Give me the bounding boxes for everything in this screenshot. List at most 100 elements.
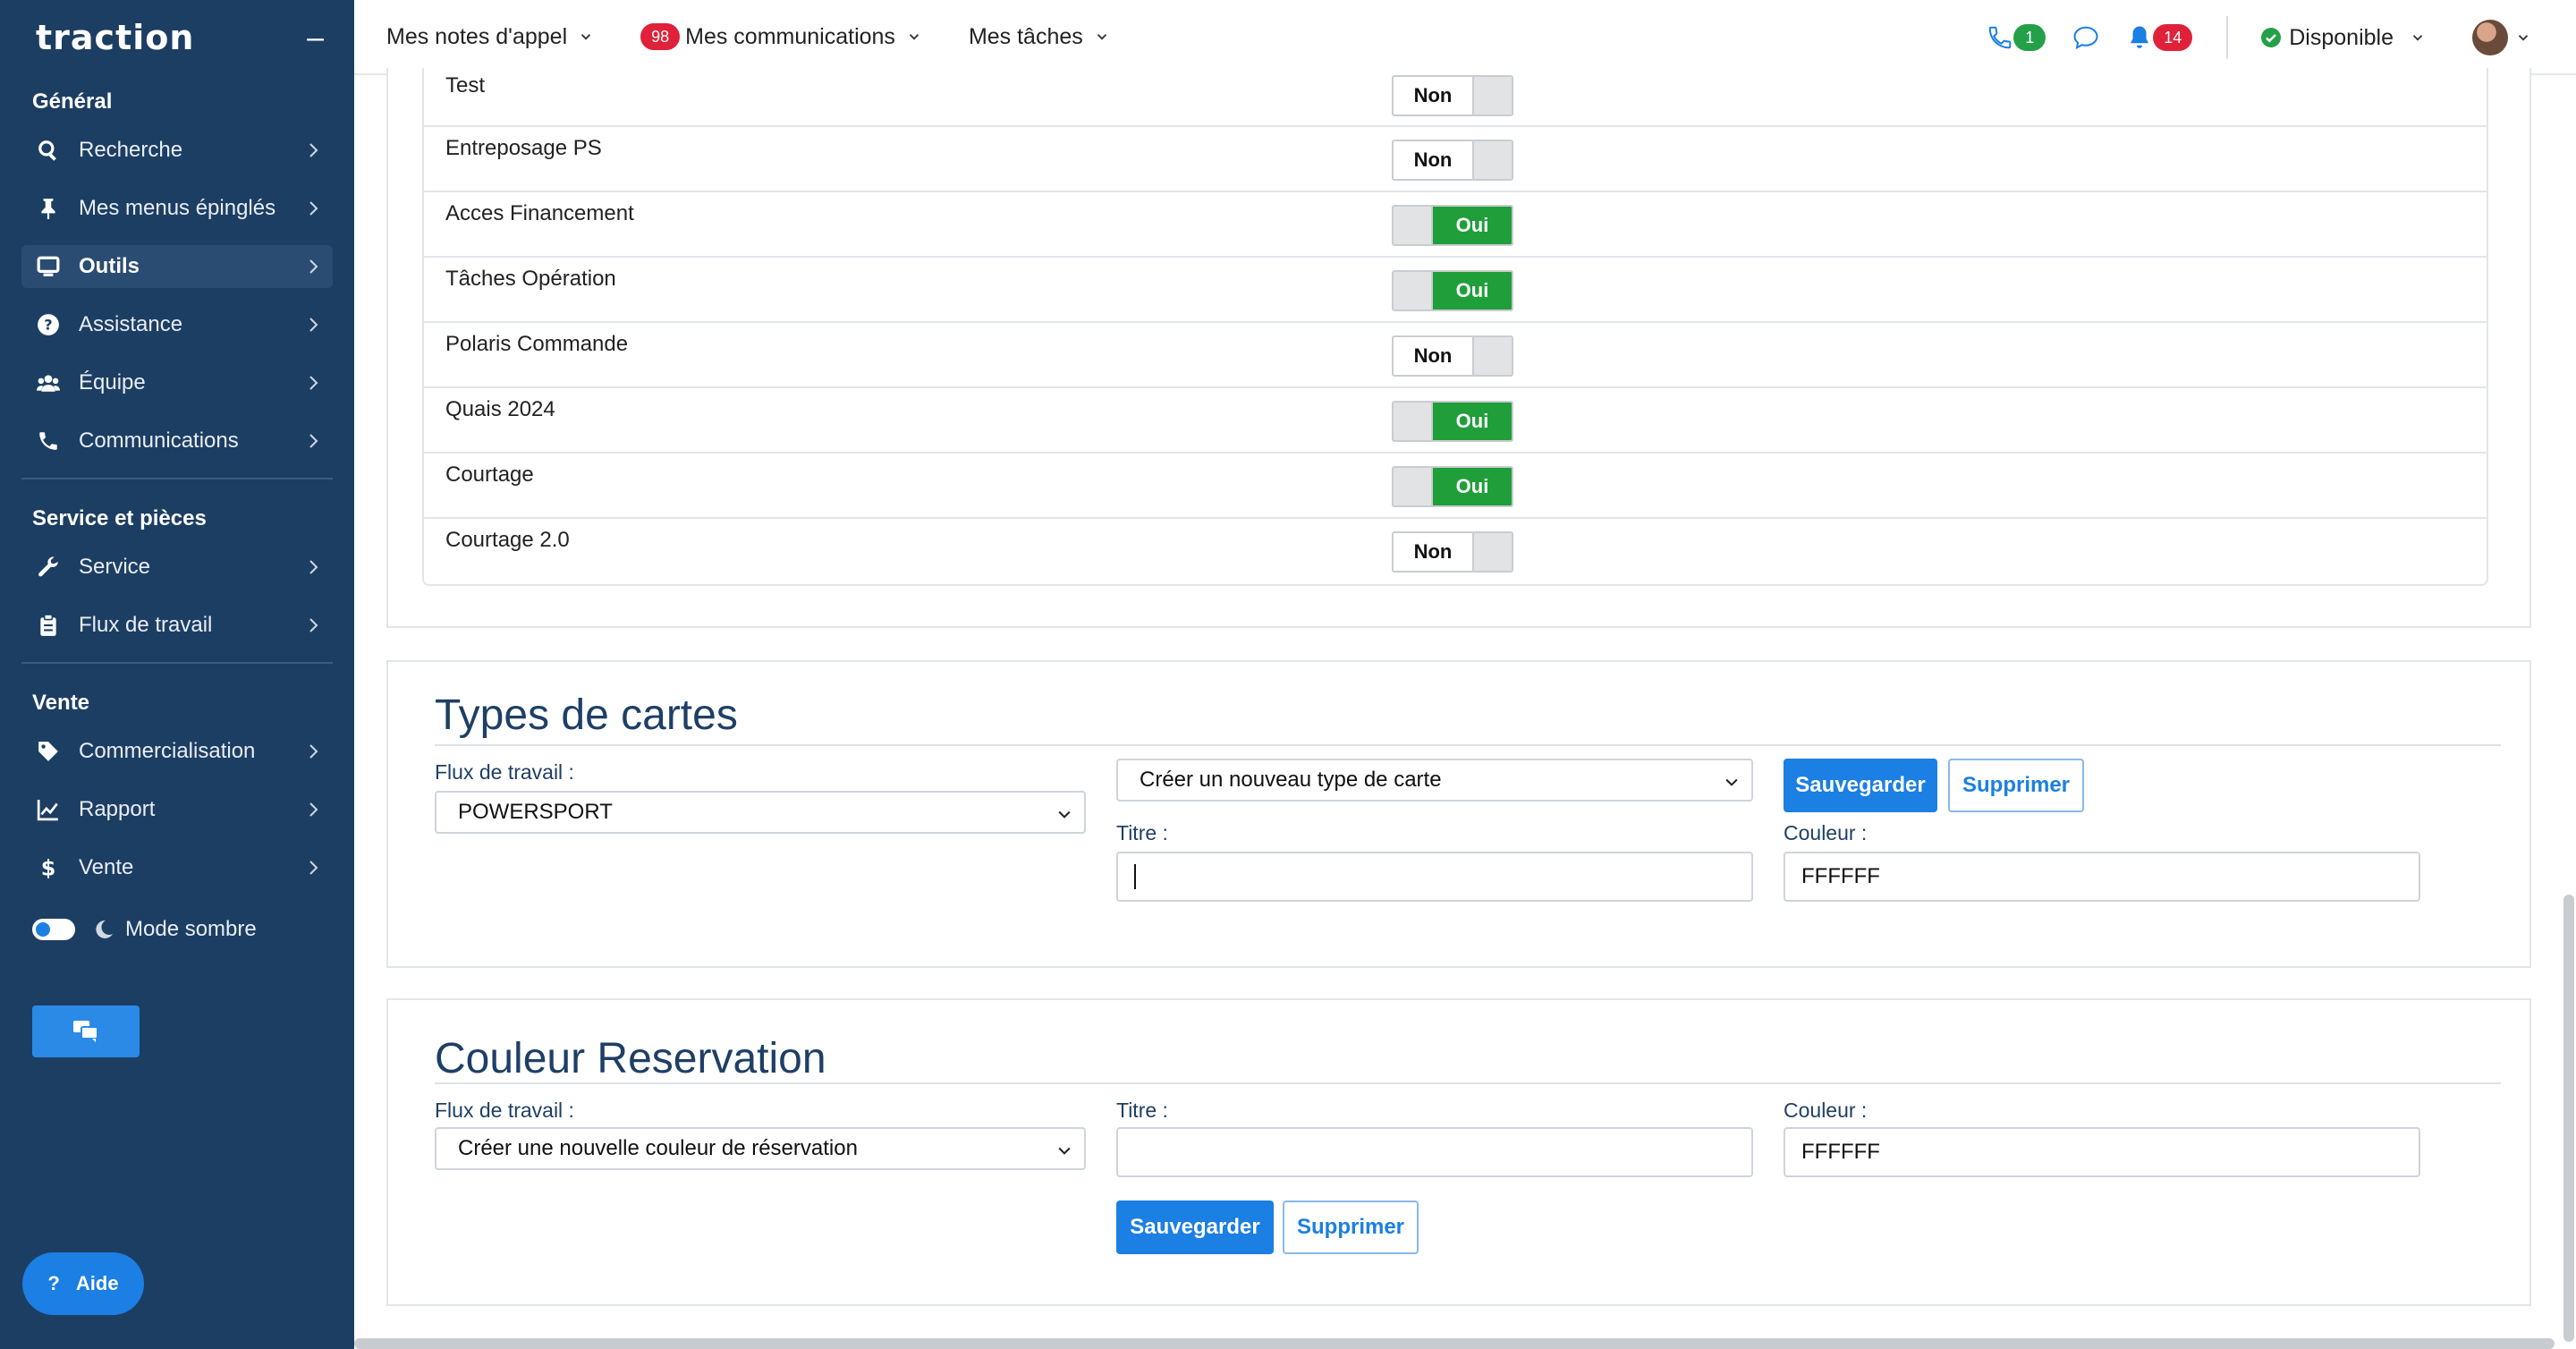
help-button[interactable]: ? Aide [22, 1252, 144, 1315]
chevron-right-icon [302, 615, 324, 636]
chevron-down-icon [1058, 1147, 1071, 1155]
sidebar-item-vente[interactable]: $ Vente [21, 846, 333, 889]
toggle-switch[interactable]: Oui [1392, 270, 1513, 311]
chevron-down-icon[interactable] [2515, 30, 2531, 46]
toggle-switch[interactable]: Non [1392, 531, 1513, 573]
dark-mode-toggle[interactable] [32, 919, 75, 940]
toggle-state: Non [1394, 533, 1472, 571]
reservation-color-panel: Couleur Reservation Flux de travail : Cr… [386, 998, 2531, 1306]
svg-text:$: $ [41, 856, 56, 879]
card-type-select[interactable]: Créer un nouveau type de carte [1116, 759, 1753, 802]
sidebar-item-rapport[interactable]: Rapport [21, 788, 333, 831]
vertical-scrollbar[interactable] [2563, 895, 2574, 1342]
reservation-workflow-label: Flux de travail : [435, 1099, 574, 1122]
reservation-color-divider [435, 1082, 2501, 1084]
sidebar-item-communications[interactable]: Communications [21, 420, 333, 462]
toggle-knob [1472, 77, 1512, 115]
chevron-down-icon [2412, 35, 2423, 41]
app-logo[interactable]: traction [36, 18, 194, 57]
phone-icon [1988, 26, 2012, 49]
sidebar-item-pinned-menus[interactable]: Mes menus épinglés [21, 187, 333, 230]
toggle-row: Polaris Commande Non [424, 323, 2487, 388]
main-content: Test Non Entreposage PS Non Acces Financemen… [354, 68, 2576, 1349]
card-types-heading: Types de cartes [435, 691, 738, 739]
toggle-switch[interactable]: Oui [1392, 466, 1513, 507]
chevron-right-icon [302, 741, 324, 762]
sidebar-item-commercialisation[interactable]: Commercialisation [21, 730, 333, 773]
card-types-panel: Types de cartes Flux de travail : POWERS… [386, 660, 2531, 968]
toggle-state: Oui [1433, 207, 1512, 244]
toggle-switch[interactable]: Oui [1392, 401, 1513, 442]
sidebar-item-recherche[interactable]: Recherche [21, 129, 333, 172]
menu-communications[interactable]: 98 Mes communications [640, 23, 922, 50]
card-color-label: Couleur : [1784, 821, 1868, 844]
toggle-state: Oui [1433, 403, 1512, 440]
toggle-row-label: Courtage 2.0 [445, 528, 570, 552]
toggle-row-label: Entreposage PS [445, 136, 602, 160]
sidebar-section-general: Général [32, 89, 113, 114]
collapse-sidebar-icon[interactable]: – [307, 22, 324, 53]
menu-call-notes[interactable]: Mes notes d'appel [386, 24, 594, 50]
toggle-knob [1472, 533, 1512, 571]
toggle-row-label: Tâches Opération [445, 267, 616, 291]
pin-icon [36, 196, 61, 221]
card-color-value: FFFFFF [1801, 864, 1880, 888]
toggle-state: Non [1394, 337, 1472, 375]
menu-tasks[interactable]: Mes tâches [969, 24, 1110, 50]
toggle-state: Oui [1433, 468, 1512, 505]
users-icon [36, 370, 61, 395]
status-label: Disponible [2289, 24, 2394, 50]
reservation-title-label: Titre : [1116, 1099, 1168, 1122]
toggle-row-label: Acces Financement [445, 201, 634, 225]
dollar-icon: $ [36, 855, 61, 880]
toggle-switch[interactable]: Non [1392, 75, 1513, 116]
card-title-label: Titre : [1116, 821, 1168, 844]
toggle-row: Entreposage PS Non [424, 127, 2487, 192]
notifications-button[interactable]: 14 [2126, 24, 2193, 51]
sidebar-item-label: Flux de travail [79, 613, 213, 637]
reservation-title-input[interactable] [1116, 1127, 1753, 1177]
help-question-icon: ? [47, 1272, 60, 1294]
card-workflow-select[interactable]: POWERSPORT [435, 791, 1086, 834]
dark-mode-row: Mode sombre [0, 907, 354, 952]
chevron-right-icon [302, 140, 324, 161]
reservation-delete-button[interactable]: Supprimer [1283, 1201, 1419, 1254]
horizontal-scrollbar[interactable] [354, 1338, 2555, 1349]
messages-button[interactable] [2072, 24, 2099, 51]
toggle-switch[interactable]: Non [1392, 335, 1513, 377]
toggle-switch[interactable]: Non [1392, 140, 1513, 181]
sidebar-item-flux-de-travail[interactable]: Flux de travail [21, 604, 333, 647]
sidebar-item-label: Assistance [79, 312, 183, 336]
sidebar-item-service[interactable]: Service [21, 546, 333, 589]
card-title-input[interactable] [1116, 852, 1753, 902]
wrench-icon [36, 555, 61, 580]
toggle-switch[interactable]: Oui [1392, 205, 1513, 246]
sidebar-item-equipe[interactable]: Équipe [21, 361, 333, 404]
sidebar-item-assistance[interactable]: ? Assistance [21, 303, 333, 346]
topbar: Mes notes d'appel 98 Mes communications … [354, 0, 2576, 75]
sidebar-section-service: Service et pièces [32, 506, 207, 530]
reservation-save-button[interactable]: Sauvegarder [1116, 1201, 1274, 1254]
moon-icon [96, 920, 113, 938]
svg-text:?: ? [44, 316, 52, 333]
chat-button[interactable] [32, 1005, 140, 1057]
status-dropdown[interactable]: Disponible [2260, 25, 2426, 51]
sidebar-item-label: Vente [79, 855, 134, 879]
card-color-input[interactable]: FFFFFF [1784, 852, 2420, 902]
sidebar-item-outils[interactable]: Outils [21, 245, 333, 288]
reservation-workflow-select[interactable]: Créer une nouvelle couleur de réservatio… [435, 1127, 1086, 1170]
toggle-knob [1394, 272, 1433, 310]
card-types-divider [435, 744, 2501, 746]
card-save-button[interactable]: Sauvegarder [1784, 759, 1937, 812]
card-delete-button[interactable]: Supprimer [1948, 759, 2084, 812]
card-workflow-label: Flux de travail : [435, 760, 574, 784]
text-caret [1134, 864, 1136, 889]
toggle-state: Non [1394, 141, 1472, 179]
card-workflow-value: POWERSPORT [458, 800, 613, 824]
dark-mode-label: Mode sombre [125, 917, 257, 941]
phone-icon [36, 428, 61, 454]
avatar[interactable] [2472, 20, 2508, 55]
sidebar-item-label: Service [79, 555, 151, 579]
phone-status-button[interactable]: 1 [1987, 24, 2046, 51]
reservation-color-input[interactable]: FFFFFF [1784, 1127, 2420, 1177]
